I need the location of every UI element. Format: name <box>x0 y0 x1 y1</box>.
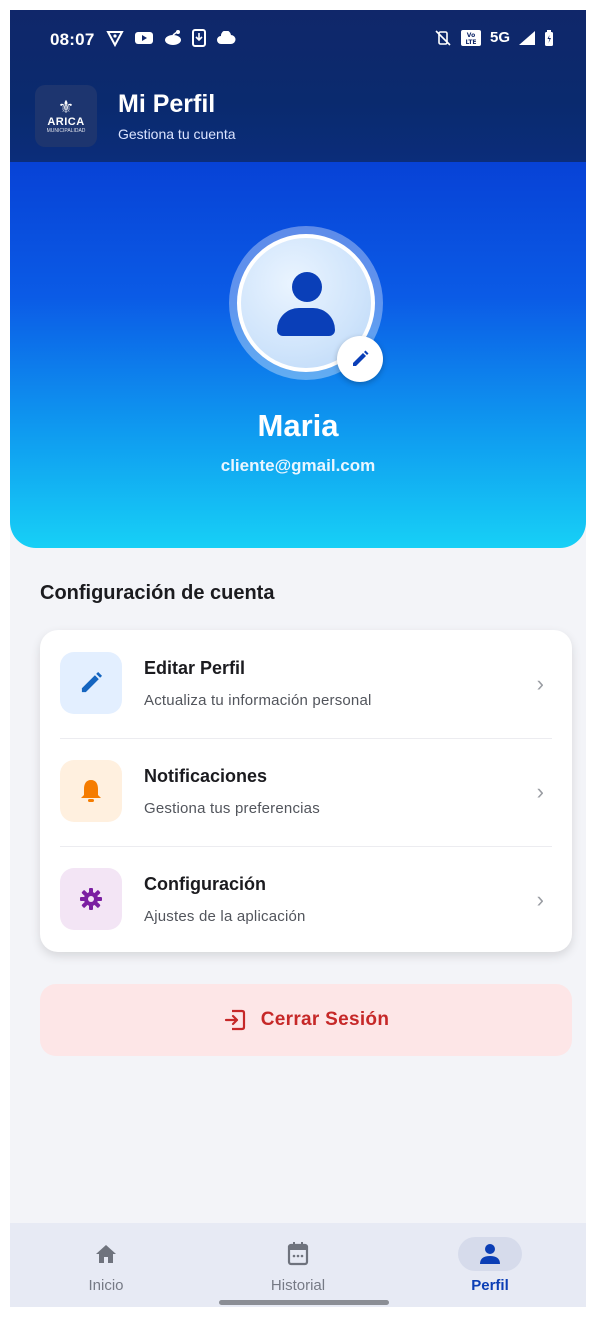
profile-email: cliente@gmail.com <box>220 456 376 475</box>
nav-label: Historial <box>270 1277 326 1294</box>
status-bar: 08:07 Vo LTE 5G <box>10 10 586 68</box>
logo-subtext: MUNICIPALIDAD <box>46 128 86 134</box>
row-title: Configuración <box>144 874 266 894</box>
nav-item-inicio[interactable]: Inicio <box>10 1223 202 1307</box>
svg-text:Vo: Vo <box>467 32 475 39</box>
row-title: Editar Perfil <box>144 658 246 678</box>
logout-button[interactable]: Cerrar Sesión <box>40 984 572 1056</box>
person-icon-body <box>277 308 335 336</box>
notification-icons <box>106 29 236 47</box>
nav-item-perfil[interactable]: Perfil <box>394 1223 586 1307</box>
network-type: 5G <box>489 29 510 46</box>
notifications-row[interactable]: Notificaciones Gestiona tus preferencias… <box>40 738 572 846</box>
person-icon-head <box>292 272 322 302</box>
person-icon <box>480 1244 500 1264</box>
calendar-icon <box>287 1242 309 1266</box>
profile-name: Maria <box>257 408 339 443</box>
logout-icon <box>224 1009 245 1031</box>
bottom-navigation: Inicio Historial Perfil <box>10 1223 586 1307</box>
svg-text:LTE: LTE <box>465 39 476 46</box>
download-icon <box>192 29 206 47</box>
gear-icon <box>80 888 102 910</box>
vpn-key-icon <box>106 31 124 47</box>
youtube-icon <box>135 32 153 44</box>
home-icon-container <box>74 1237 138 1271</box>
section-title: Configuración de cuenta <box>40 582 275 604</box>
status-time: 08:07 <box>50 30 95 49</box>
chevron-right-icon: › <box>536 671 544 696</box>
edit-avatar-button[interactable] <box>337 336 383 382</box>
reddit-icon <box>165 30 181 45</box>
system-icons: Vo LTE 5G <box>434 29 554 47</box>
row-subtitle: Gestiona tus preferencias <box>144 800 320 817</box>
nav-label: Perfil <box>471 1277 509 1294</box>
pencil-icon <box>353 350 369 366</box>
page-subtitle: Gestiona tu cuenta <box>118 126 236 142</box>
logo-text: ARICA <box>47 116 85 128</box>
municipality-logo: ⚜ ARICA MUNICIPALIDAD <box>35 85 97 147</box>
crest-icon: ⚜ <box>57 97 75 117</box>
person-icon-container <box>458 1237 522 1271</box>
top-app-bar: 08:07 Vo LTE 5G ⚜ ARICA MUNICIPALIDAD Mi … <box>10 10 586 162</box>
account-settings-card: Editar Perfil Actualiza tu información p… <box>40 630 572 952</box>
notifications-icon-box <box>60 760 122 822</box>
settings-icon-box <box>60 868 122 930</box>
volte-icon: VoLTE <box>460 30 481 46</box>
signal-icon <box>519 31 535 45</box>
calendar-icon-container <box>266 1237 330 1271</box>
home-icon <box>96 1245 116 1263</box>
gesture-home-bar[interactable] <box>219 1300 389 1305</box>
row-title: Notificaciones <box>144 766 268 786</box>
page-title: Mi Perfil <box>118 90 216 118</box>
nav-label: Inicio <box>88 1277 124 1294</box>
mute-vibrate-icon <box>435 30 451 46</box>
app-screen: 08:07 Vo LTE 5G ⚜ ARICA MUNICIPALIDAD Mi … <box>10 10 586 1307</box>
row-subtitle: Ajustes de la aplicación <box>144 908 306 925</box>
edit-profile-row[interactable]: Editar Perfil Actualiza tu información p… <box>40 630 572 738</box>
battery-icon <box>545 29 553 46</box>
chevron-right-icon: › <box>536 779 544 804</box>
logout-label: Cerrar Sesión <box>260 1009 390 1030</box>
nav-item-historial[interactable]: Historial <box>202 1223 394 1307</box>
pencil-icon <box>81 671 103 693</box>
cloud-icon <box>217 31 236 44</box>
edit-profile-icon-box <box>60 652 122 714</box>
chevron-right-icon: › <box>536 887 544 912</box>
settings-row[interactable]: Configuración Ajustes de la aplicación › <box>40 846 572 954</box>
row-subtitle: Actualiza tu información personal <box>144 692 372 709</box>
bell-icon <box>81 780 101 802</box>
